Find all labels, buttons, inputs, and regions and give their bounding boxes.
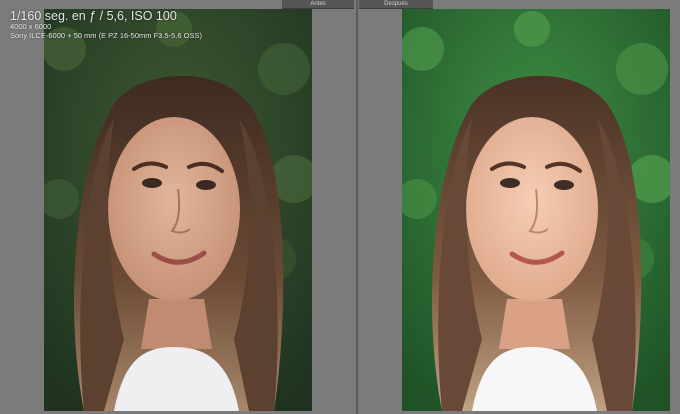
before-pane[interactable]: Antes 1/160 seg. en ƒ / 5,6, ISO 100 400… [0, 0, 356, 414]
before-portrait-image [44, 9, 312, 411]
photo-info-overlay: 1/160 seg. en ƒ / 5,6, ISO 100 4000 x 60… [10, 9, 202, 41]
before-label: Antes [282, 0, 354, 9]
after-pane[interactable]: Después [358, 0, 680, 414]
after-photo[interactable] [402, 9, 670, 411]
after-label: Después [359, 0, 433, 9]
before-photo[interactable] [44, 9, 312, 411]
before-after-viewer: Antes 1/160 seg. en ƒ / 5,6, ISO 100 400… [0, 0, 680, 414]
after-portrait-image [402, 9, 670, 411]
camera-info: Sony ILCE-6000 + 50 mm (E PZ 16-50mm F3.… [10, 31, 202, 40]
